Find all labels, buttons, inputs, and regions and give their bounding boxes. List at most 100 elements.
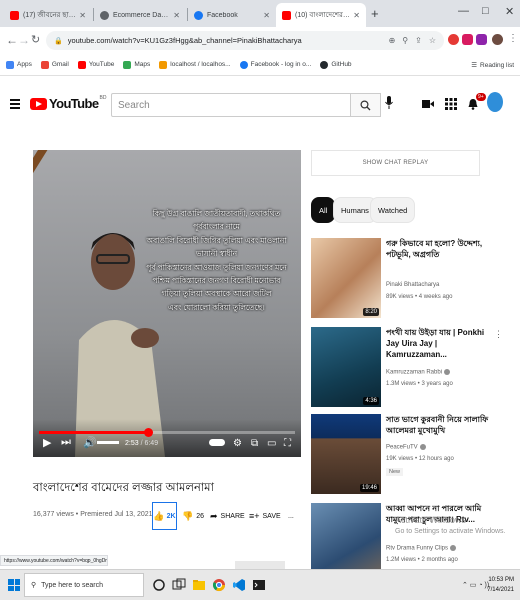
player-controls: ▶ ⏭ 🔊 2:53 / 6:49 ⚙ ⧉ ▭ ⛶ <box>33 419 301 457</box>
recommended-video[interactable]: 4:36 পংখী যায় উইড়া যায় | Ponkhi Jay U… <box>311 327 507 409</box>
video-thumbnail[interactable]: 4:36 <box>311 327 381 407</box>
chip-watched[interactable]: Watched <box>370 197 416 223</box>
extension-icon[interactable] <box>448 34 459 45</box>
verified-badge-icon <box>444 369 451 375</box>
url-text[interactable]: youtube.com/watch?v=KU1Gz3fHgg&ab_channe… <box>68 36 389 45</box>
bookmark-star-icon[interactable]: ☆ <box>429 36 436 45</box>
recommended-video[interactable]: 8:20 গরু কিভাবে মা হলো? উদ্দেশ্য, পটভূমি… <box>311 238 507 320</box>
lock-icon: 🔒 <box>54 37 63 45</box>
thumbs-up-icon: 👍 <box>153 510 165 521</box>
dislike-button[interactable]: 👎 26 <box>182 502 204 530</box>
progress-bar[interactable] <box>39 428 295 437</box>
back-arrow-icon[interactable]: ← <box>6 33 18 47</box>
show-chat-replay-button[interactable]: SHOW CHAT REPLAY <box>311 150 480 176</box>
theater-mode-icon[interactable]: ▭ <box>267 438 276 449</box>
save-button[interactable]: ≡+ SAVE <box>249 502 281 530</box>
bookmarks-bar: Apps Gmail YouTube Maps localhost / loca… <box>0 54 520 76</box>
search-icon <box>360 99 371 110</box>
reload-icon[interactable]: ↻ <box>31 33 40 46</box>
more-actions-button[interactable]: ... <box>288 502 294 530</box>
windows-taskbar: ⚲ Type here to search ⌃ ▭ ◔ )) 10:53 PM … <box>0 569 520 600</box>
share-icon[interactable]: ⇪ <box>415 36 422 45</box>
zoom-icon[interactable]: ⚲ <box>402 36 408 45</box>
extension-icon[interactable] <box>462 34 473 45</box>
terminal-icon[interactable] <box>252 578 266 592</box>
maps-icon <box>123 60 132 69</box>
youtube-favicon-icon <box>10 10 19 20</box>
close-tab-icon[interactable]: ✕ <box>353 11 360 20</box>
video-thumbnail[interactable]: 8:20 <box>311 238 381 318</box>
bookmark-facebook[interactable]: Facebook - log in o... <box>239 60 311 69</box>
gmail-icon <box>40 60 49 69</box>
miniplayer-icon[interactable]: ⧉ <box>251 438 258 449</box>
bookmark-gmail[interactable]: Gmail <box>40 60 69 69</box>
system-tray-icons[interactable]: ⌃ ▭ ◔ )) <box>462 581 489 589</box>
close-tab-icon[interactable]: ✕ <box>263 11 270 20</box>
close-tab-icon[interactable]: ✕ <box>79 11 86 20</box>
browser-tab[interactable]: (17) জীবনের ছায়ী কিছু সু দিয়া ✕ <box>4 3 92 27</box>
browser-tab[interactable]: Ecommerce Dashboard ✕ <box>94 3 186 27</box>
minimize-button[interactable]: — <box>458 5 469 17</box>
cortana-icon[interactable] <box>152 578 166 592</box>
search-input[interactable]: Search <box>111 93 351 117</box>
taskbar-search-input[interactable]: ⚲ Type here to search <box>24 573 144 597</box>
vscode-icon[interactable] <box>232 578 246 592</box>
video-thumbnail[interactable]: 19:46 <box>311 414 381 494</box>
browser-tab[interactable]: Facebook ✕ <box>188 3 276 27</box>
video-player[interactable]: কিছু উগ্র বাঙালি জাতীয়তাবাদী, তথাকথিত প… <box>33 150 301 457</box>
reading-list-icon: ☰ <box>471 62 478 69</box>
fullscreen-icon[interactable]: ⛶ <box>284 438 291 449</box>
facebook-icon <box>239 60 248 69</box>
apps-grid-icon <box>6 60 14 69</box>
address-bar[interactable]: 🔒 youtube.com/watch?v=KU1Gz3fHgg&ab_chan… <box>46 31 444 50</box>
close-tab-icon[interactable]: ✕ <box>173 11 180 20</box>
menu-kebab-icon[interactable]: ⋮ <box>508 33 518 44</box>
volume-icon[interactable]: 🔊 <box>83 436 97 449</box>
new-badge: New <box>386 468 404 476</box>
profile-avatar[interactable] <box>492 34 503 45</box>
bookmark-youtube[interactable]: YouTube <box>77 60 114 69</box>
file-explorer-icon[interactable] <box>192 578 206 592</box>
youtube-favicon-icon <box>282 10 291 20</box>
create-video-icon[interactable] <box>422 98 434 110</box>
youtube-logo[interactable]: YouTube BD <box>30 95 106 111</box>
bookmark-maps[interactable]: Maps <box>123 60 150 69</box>
autoplay-toggle[interactable] <box>209 439 225 446</box>
microphone-icon[interactable] <box>385 96 393 109</box>
bookmark-apps[interactable]: Apps <box>6 60 32 69</box>
link-hover-status: https://www.youtube.com/watch?v=bqp_0hgD… <box>0 555 108 566</box>
recommended-video[interactable]: 19:46 সাত ভাগে কুরবানী নিয়ে সালাফি আলেম… <box>311 414 507 496</box>
bookmark-github[interactable]: GitHub <box>320 60 352 69</box>
activate-windows-watermark: Activate Windows Go to Settings to activ… <box>395 515 506 535</box>
share-button[interactable]: ➦ SHARE <box>210 502 245 530</box>
search-button[interactable] <box>351 93 381 117</box>
save-playlist-icon: ≡+ <box>249 511 260 521</box>
account-avatar[interactable] <box>487 92 503 112</box>
volume-slider[interactable] <box>97 441 119 444</box>
reading-list-button[interactable]: ☰ Reading list <box>471 61 514 70</box>
system-clock[interactable]: 10:53 PM 7/14/2021 <box>487 575 514 595</box>
apps-grid-icon[interactable] <box>445 98 457 110</box>
floating-panel-edge <box>235 561 285 569</box>
close-window-button[interactable]: ✕ <box>505 5 514 18</box>
bookmark-localhost[interactable]: localhost / localhos... <box>159 60 231 69</box>
chrome-icon[interactable] <box>212 578 226 592</box>
task-view-icon[interactable] <box>172 578 186 592</box>
search-icon: ⚲ <box>31 582 37 589</box>
hamburger-menu-icon[interactable] <box>10 99 20 111</box>
play-icon[interactable]: ▶ <box>43 436 51 449</box>
facebook-favicon-icon <box>194 10 203 20</box>
windows-start-icon[interactable] <box>8 579 20 591</box>
next-video-icon[interactable]: ⏭ <box>61 436 71 449</box>
maximize-button[interactable]: □ <box>482 5 489 17</box>
new-tab-button[interactable]: + <box>371 6 379 21</box>
browser-tab-active[interactable]: (10) বাংলাদেশের বামেদের লজ্জার ✕ <box>276 3 366 27</box>
progress-scrubber-handle[interactable] <box>143 428 153 437</box>
chip-all[interactable]: All <box>311 197 336 223</box>
settings-gear-icon[interactable]: ⚙ <box>233 438 242 449</box>
puzzle-extensions-icon[interactable] <box>476 34 487 45</box>
install-app-icon[interactable]: ⊕ <box>389 36 396 45</box>
forward-arrow-icon[interactable]: → <box>18 33 30 47</box>
like-button[interactable]: 👍 2K <box>152 502 177 530</box>
video-options-kebab-icon[interactable]: ⋮ <box>494 329 503 340</box>
